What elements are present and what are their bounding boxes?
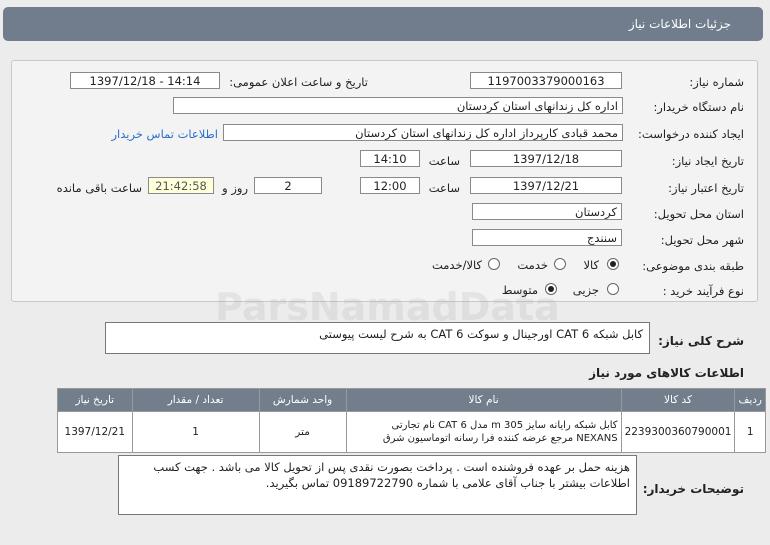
process-option-minor: جزیی xyxy=(572,283,599,297)
summary-field[interactable]: کابل شبکه CAT 6 اورجینال و سوکت CAT 6 به… xyxy=(105,322,650,354)
days-remaining-field[interactable]: 2 xyxy=(254,177,322,194)
category-radio-goods[interactable] xyxy=(607,258,619,270)
col-name: نام کالا xyxy=(345,388,622,412)
col-code: کد کالا xyxy=(620,388,736,412)
created-date-label: تاریخ ایجاد نیاز: xyxy=(671,154,744,168)
process-option-medium: متوسط xyxy=(501,283,538,297)
col-date: تاریخ نیاز xyxy=(57,388,133,412)
valid-time-label: ساعت xyxy=(428,181,460,195)
goods-table-header: ردیف کد کالا نام کالا واحد شمارش تعداد /… xyxy=(57,388,766,412)
category-option-goods: کالا xyxy=(583,258,599,272)
valid-time-field[interactable]: 12:00 xyxy=(360,177,420,194)
need-number-field[interactable]: 1197003379000163 xyxy=(470,72,622,89)
buyer-notes-label: توضیحات خریدار: xyxy=(642,482,744,496)
cell-name: کابل شبکه رایانه سایز 305 m مدل CAT 6 نا… xyxy=(345,411,622,453)
need-number-label: شماره نیاز: xyxy=(689,75,744,89)
requester-field[interactable]: محمد قبادی کارپرداز اداره کل زندانهای اس… xyxy=(223,124,623,141)
buyer-notes-text: هزینه حمل بر عهده فروشنده است . پرداخت ب… xyxy=(153,460,630,490)
col-row: ردیف xyxy=(734,388,766,412)
cell-date: 1397/12/21 xyxy=(57,411,133,453)
announce-datetime-label: تاریخ و ساعت اعلان عمومی: xyxy=(229,75,368,89)
city-field[interactable]: سنندج xyxy=(472,229,622,246)
announce-datetime-field[interactable]: 1397/12/18 - 14:14 xyxy=(70,72,220,89)
table-row[interactable]: 1 2239300360790001 کابل شبکه رایانه سایز… xyxy=(57,411,766,453)
process-type-label: نوع فرآیند خرید : xyxy=(662,284,744,298)
cell-code: 2239300360790001 xyxy=(620,411,736,453)
category-radio-service[interactable] xyxy=(554,258,566,270)
cell-qty: 1 xyxy=(131,411,260,453)
col-qty: تعداد / مقدار xyxy=(131,388,260,412)
created-time-label: ساعت xyxy=(428,154,460,168)
province-field[interactable]: کردستان xyxy=(472,203,622,220)
summary-label: شرح کلی نیاز: xyxy=(658,334,744,348)
page-title: جزئیات اطلاعات نیاز xyxy=(628,17,731,31)
buyer-org-field[interactable]: اداره کل زندانهای استان کردستان xyxy=(173,97,623,114)
buyer-org-label: نام دستگاه خریدار: xyxy=(653,100,744,114)
created-date-field[interactable]: 1397/12/18 xyxy=(470,150,622,167)
page-header: جزئیات اطلاعات نیاز xyxy=(3,7,763,41)
cell-row: 1 xyxy=(734,411,766,453)
goods-table: ردیف کد کالا نام کالا واحد شمارش تعداد /… xyxy=(57,388,766,453)
province-label: استان محل تحویل: xyxy=(653,207,744,221)
buyer-notes-field[interactable]: هزینه حمل بر عهده فروشنده است . پرداخت ب… xyxy=(118,455,637,515)
process-radio-minor[interactable] xyxy=(607,283,619,295)
requester-label: ایجاد کننده درخواست: xyxy=(638,127,744,141)
created-time-field[interactable]: 14:10 xyxy=(360,150,420,167)
category-label: طبقه بندی موضوعی: xyxy=(642,259,744,273)
city-label: شهر محل تحویل: xyxy=(660,233,744,247)
process-radio-medium[interactable] xyxy=(545,283,557,295)
category-option-goods-service: کالا/خدمت xyxy=(431,258,482,272)
col-unit: واحد شمارش xyxy=(258,388,347,412)
time-remaining-label: ساعت باقی مانده xyxy=(56,181,142,195)
buyer-contact-link[interactable]: اطلاعات تماس خریدار xyxy=(111,127,218,141)
cell-unit: متر xyxy=(258,411,347,453)
category-radio-goods-service[interactable] xyxy=(488,258,500,270)
category-option-service: خدمت xyxy=(517,258,548,272)
valid-date-field[interactable]: 1397/12/21 xyxy=(470,177,622,194)
days-label: روز و xyxy=(222,181,248,195)
goods-section-title: اطلاعات کالاهای مورد نیاز xyxy=(589,366,744,380)
time-remaining-field: 21:42:58 xyxy=(148,177,214,194)
summary-text: کابل شبکه CAT 6 اورجینال و سوکت CAT 6 به… xyxy=(319,327,643,341)
valid-date-label: تاریخ اعتبار نیاز: xyxy=(668,181,744,195)
